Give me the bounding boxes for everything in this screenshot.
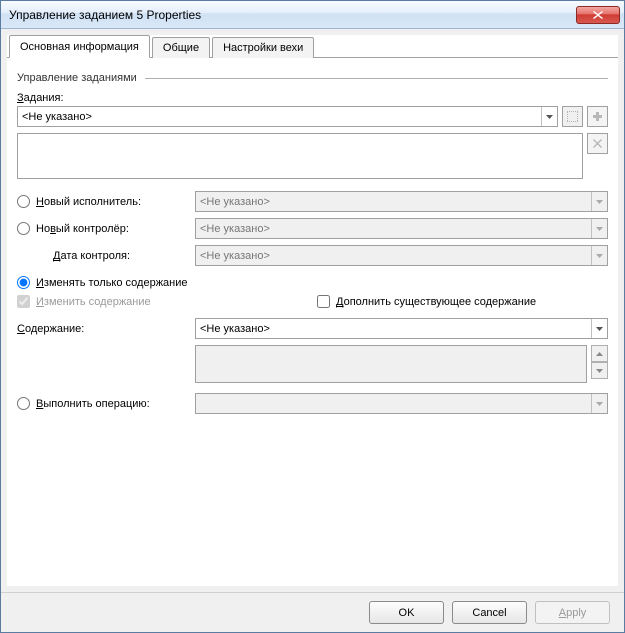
ok-button[interactable]: OK — [369, 601, 444, 624]
append-content-checkbox[interactable]: Дополнить существующее содержание — [317, 295, 536, 308]
new-controller-radio[interactable]: Новый контролёр: — [17, 222, 129, 235]
execute-op-select — [195, 393, 608, 414]
tasks-list[interactable] — [17, 133, 583, 179]
close-button[interactable] — [576, 6, 620, 24]
plus-icon — [593, 112, 602, 121]
divider — [145, 78, 608, 79]
list-row — [17, 133, 608, 179]
execute-op-radio[interactable]: Выполнить операцию: — [17, 397, 150, 410]
content-label: Содержание: — [17, 323, 84, 335]
group-header: Управление заданиями — [17, 72, 608, 84]
content-text-row — [17, 345, 608, 383]
tasks-select[interactable]: <Не указано> — [17, 106, 558, 127]
content-select[interactable]: <Не указано> — [195, 318, 608, 339]
apply-button: Apply — [535, 601, 610, 624]
content-textarea — [195, 345, 587, 383]
chevron-down-icon — [591, 319, 607, 338]
tasks-browse-button[interactable] — [562, 106, 583, 127]
tasks-row: <Не указано> — [17, 106, 608, 127]
titlebar[interactable]: Управление заданием 5 Properties — [1, 1, 624, 29]
execute-op-row: Выполнить операцию: — [17, 393, 608, 414]
cancel-button[interactable]: Cancel — [452, 601, 527, 624]
tasks-add-button — [587, 106, 608, 127]
scroll-up-button[interactable] — [591, 345, 608, 362]
change-content-checkbox: Изменить содержание — [17, 295, 317, 308]
chevron-down-icon — [591, 394, 607, 413]
new-performer-radio[interactable]: Новый исполнитель: — [17, 195, 141, 208]
window-title: Управление заданием 5 Properties — [9, 8, 201, 22]
chevron-down-icon — [591, 219, 607, 238]
scroll-down-button[interactable] — [591, 362, 608, 379]
chevron-down-icon — [541, 107, 557, 126]
chevron-down-icon — [591, 246, 607, 265]
properties-dialog: Управление заданием 5 Properties Основна… — [0, 0, 625, 633]
content-only-radio[interactable]: Изменять только содержание — [17, 276, 188, 289]
group-title: Управление заданиями — [17, 72, 137, 84]
ellipsis-icon — [567, 111, 578, 122]
new-performer-row: Новый исполнитель: <Не указано> — [17, 191, 608, 212]
content-scroll — [591, 345, 608, 379]
tab-milestone-settings[interactable]: Настройки вехи — [212, 37, 314, 58]
dialog-button-bar: OK Cancel Apply — [1, 592, 624, 632]
tab-strip: Основная информация Общие Настройки вехи — [7, 35, 618, 58]
control-date-select: <Не указано> — [195, 245, 608, 266]
content-checks-row: Изменить содержание Дополнить существующ… — [17, 295, 608, 308]
new-controller-row: Новый контролёр: <Не указано> — [17, 218, 608, 239]
tasks-label: Задания: — [17, 92, 608, 104]
x-icon — [593, 139, 602, 148]
client-area: Основная информация Общие Настройки вехи… — [7, 35, 618, 586]
new-controller-select: <Не указано> — [195, 218, 608, 239]
new-performer-select: <Не указано> — [195, 191, 608, 212]
content-select-row: Содержание: <Не указано> — [17, 318, 608, 339]
tab-main-info[interactable]: Основная информация — [9, 35, 150, 58]
control-date-label: Дата контроля: — [53, 250, 130, 262]
control-date-row: Дата контроля: <Не указано> — [17, 245, 608, 266]
close-icon — [593, 11, 603, 19]
content-only-row: Изменять только содержание — [17, 276, 608, 289]
tasks-remove-button — [587, 133, 608, 154]
chevron-down-icon — [591, 192, 607, 211]
tab-page-main: Управление заданиями Задания: <Не указан… — [7, 58, 618, 586]
tab-general[interactable]: Общие — [152, 37, 210, 58]
